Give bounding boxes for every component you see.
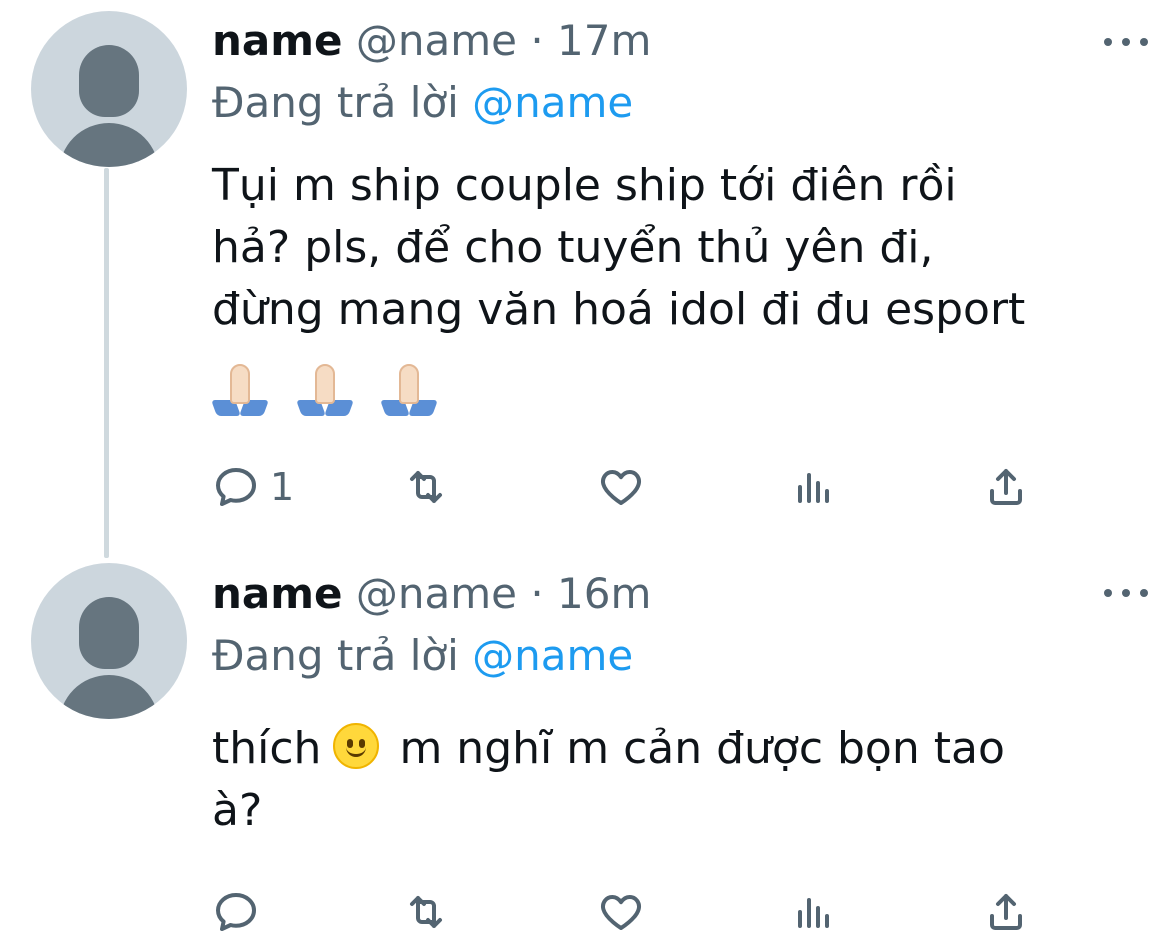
replying-to-mention[interactable]: @name — [472, 631, 633, 680]
more-options-button[interactable] — [1104, 32, 1148, 52]
separator-dot: · — [530, 16, 544, 65]
reply-button[interactable]: 1 — [212, 462, 294, 512]
avatar[interactable] — [31, 563, 187, 719]
replying-to: Đang trả lời @name — [212, 76, 633, 130]
tweet[interactable]: name @name · 16m Đang trả lời @name thíc… — [0, 555, 1170, 945]
tweet-text-part: m nghĩ m cản được bọn tao — [399, 723, 1005, 774]
share-icon — [990, 469, 1022, 505]
stats-icon — [798, 473, 829, 503]
tweet-text-line: thích m nghĩ m cản được bọn tao — [212, 718, 1142, 780]
stats-button[interactable] — [790, 887, 838, 937]
tweet-text-line: đừng mang văn hoá idol đi đu esport — [212, 284, 1026, 335]
tweet-text: Tụi m ship couple ship tới điên rồi hả? … — [211, 155, 1142, 416]
reply-button[interactable] — [212, 887, 270, 937]
share-icon — [990, 894, 1022, 930]
share-button[interactable] — [982, 462, 1030, 512]
tweet-time[interactable]: 17m — [557, 16, 651, 65]
more-options-button[interactable] — [1104, 583, 1148, 603]
tweet-header: name @name · 17m — [212, 14, 651, 68]
folded-hands-emoji-icon — [380, 360, 439, 416]
folded-hands-emoji-icon — [295, 360, 354, 416]
retweet-icon — [410, 896, 442, 928]
tweet-text-line: à? — [212, 785, 263, 836]
avatar-body-shape — [59, 123, 159, 167]
more-icon-dot — [1122, 38, 1130, 46]
retweet-button[interactable] — [402, 462, 450, 512]
avatar-head-shape — [79, 45, 139, 117]
replying-to-label: Đang trả lời — [212, 78, 459, 127]
more-icon-dot — [1140, 589, 1148, 597]
tweet-time[interactable]: 16m — [557, 569, 651, 618]
heart-icon — [601, 895, 641, 930]
retweet-button[interactable] — [402, 887, 450, 937]
like-button[interactable] — [597, 887, 645, 937]
folded-hands-emoji-icon — [211, 360, 269, 416]
retweet-icon — [410, 471, 442, 503]
stats-button[interactable] — [790, 462, 838, 512]
replying-to: Đang trả lời @name — [212, 629, 633, 683]
more-icon — [1104, 589, 1112, 597]
author-handle[interactable]: @name — [356, 569, 517, 618]
separator-dot: · — [530, 569, 544, 618]
author-handle[interactable]: @name — [356, 16, 517, 65]
tweet-text-part: thích — [212, 723, 322, 774]
author-name[interactable]: name — [212, 16, 343, 65]
tweet-actions: 1 — [212, 462, 1042, 512]
replying-to-label: Đang trả lời — [212, 631, 459, 680]
author-name[interactable]: name — [212, 569, 343, 618]
reply-icon — [216, 893, 256, 931]
tweet-actions — [212, 887, 1042, 937]
share-button[interactable] — [982, 887, 1030, 937]
heart-icon — [601, 470, 641, 505]
tweet[interactable]: name @name · 17m Đang trả lời @name Tụi … — [0, 0, 1170, 555]
tweet-text-line: hả? pls, để cho tuyển thủ yên đi, — [212, 222, 934, 273]
slightly-smiling-face-emoji-icon — [333, 723, 380, 769]
reply-count: 1 — [270, 465, 295, 509]
more-icon-dot — [1122, 589, 1130, 597]
tweet-text-line: Tụi m ship couple ship tới điên rồi — [212, 160, 957, 211]
avatar-head-shape — [79, 597, 139, 669]
reply-icon — [216, 468, 256, 506]
avatar-body-shape — [59, 675, 159, 719]
avatar[interactable] — [31, 11, 187, 167]
replying-to-mention[interactable]: @name — [472, 78, 633, 127]
stats-icon — [798, 898, 829, 928]
like-button[interactable] — [597, 462, 645, 512]
tweet-header: name @name · 16m — [212, 567, 651, 621]
tweet-text: thích m nghĩ m cản được bọn tao à? — [212, 718, 1142, 842]
emoji-row — [211, 353, 1142, 416]
more-icon — [1104, 38, 1112, 46]
more-icon-dot — [1140, 38, 1148, 46]
